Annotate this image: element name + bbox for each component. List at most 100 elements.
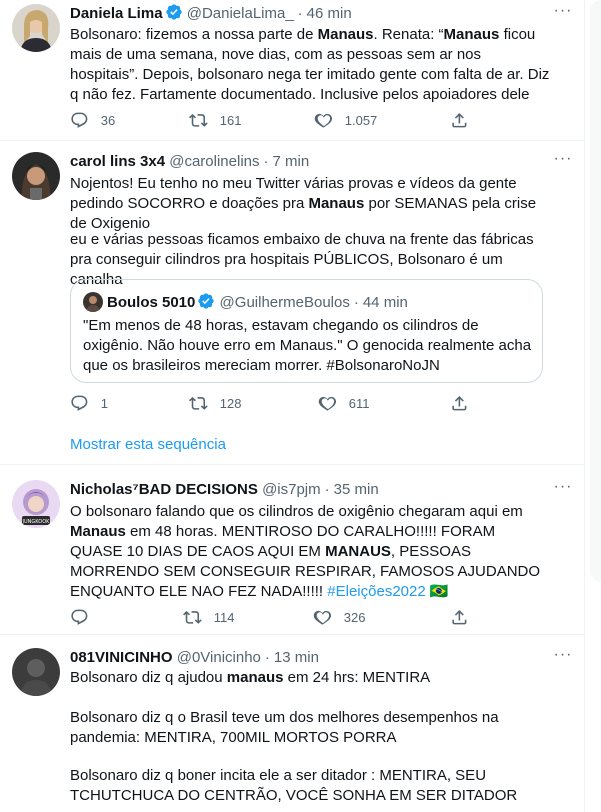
avatar[interactable]	[12, 648, 60, 696]
reply-icon	[71, 609, 88, 625]
like-icon	[313, 610, 331, 625]
avatar[interactable]: JUNGKOOK	[12, 480, 60, 528]
timestamp[interactable]: 46 min	[307, 5, 352, 22]
quote-timestamp: 44 min	[362, 294, 408, 311]
tweet-header: 081VINICINHO @0Vinicinho · 13 min	[70, 648, 319, 668]
retweet-count: 161	[219, 112, 242, 128]
like-button[interactable]: 611	[318, 392, 369, 414]
highlight-keyword: Manaus	[70, 523, 126, 540]
share-icon	[452, 112, 467, 128]
quoted-tweet[interactable]: Boulos 5010 @GuilhermeBoulos · 44 min "Em …	[70, 279, 543, 383]
more-icon[interactable]: ···	[553, 479, 573, 500]
more-icon[interactable]: ···	[553, 647, 573, 668]
like-button[interactable]: 326	[313, 606, 365, 628]
reply-button[interactable]	[70, 606, 101, 628]
author-name[interactable]: Daniela Lima	[70, 5, 163, 22]
quote-author-handle: @GuilhermeBoulos	[219, 294, 350, 311]
share-button[interactable]	[450, 109, 481, 131]
reply-count: 1	[100, 395, 108, 411]
reply-count: 36	[100, 112, 116, 128]
tweet[interactable]: JUNGKOOK Nicholas⁷BAD DECISIONS @is7pjm ·…	[0, 466, 584, 635]
text-segment: em 24 hrs: MENTIRA	[283, 669, 431, 686]
author-handle[interactable]: @0Vinicinho	[177, 649, 261, 666]
author-handle[interactable]: @is7pjm	[262, 481, 321, 498]
tweet-text: Bolsonaro: fizemos a nossa parte de Mana…	[70, 25, 550, 105]
flag-emoji: 🇧🇷	[429, 583, 449, 600]
text-segment: Bolsonaro diz q ajudou	[70, 669, 227, 686]
separator-dot: ·	[324, 481, 330, 498]
highlight-keyword: Manaus	[317, 26, 374, 43]
retweet-button[interactable]: 128	[189, 392, 241, 414]
verified-badge-icon	[197, 292, 215, 310]
retweet-count: 128	[219, 395, 242, 411]
separator-dot: ·	[263, 153, 269, 170]
retweet-button[interactable]: 161	[189, 109, 241, 131]
tweet-text: Bolsonaro diz q ajudou manaus em 24 hrs:…	[70, 668, 550, 688]
author-handle[interactable]: @DanielaLima_	[187, 5, 294, 22]
verified-badge-icon	[165, 3, 183, 21]
share-button[interactable]	[450, 392, 481, 414]
author-name[interactable]: 081VINICINHO	[70, 649, 173, 666]
timestamp[interactable]: 7 min	[273, 153, 310, 170]
quote-author-name: Boulos 5010	[107, 294, 196, 311]
highlight-keyword: manaus	[226, 669, 284, 686]
hashtag-link[interactable]: #Eleições2022	[327, 583, 425, 600]
highlight-keyword: MANAUS	[325, 543, 391, 560]
share-button[interactable]	[450, 606, 481, 628]
like-count: 326	[343, 609, 366, 625]
author-name[interactable]: carol lins 3x4	[70, 153, 165, 170]
tweet-text-paragraph: Bolsonaro diz q o Brasil teve um dos mel…	[70, 709, 499, 746]
retweet-icon	[189, 113, 208, 127]
separator-dot: ·	[353, 294, 359, 311]
tweet-actions: 36 161 1.057	[64, 109, 544, 131]
svg-text:JUNGKOOK: JUNGKOOK	[22, 519, 51, 525]
highlight-keyword: Manaus	[308, 195, 365, 212]
retweet-button[interactable]: 114	[183, 606, 234, 628]
avatar[interactable]	[12, 4, 60, 52]
right-sidebar-card	[590, 0, 601, 582]
tweet[interactable]: 081VINICINHO @0Vinicinho · 13 min ··· Bols…	[0, 636, 584, 812]
tweet-header: carol lins 3x4 @carolinelins · 7 min	[70, 152, 309, 172]
retweet-icon	[183, 610, 202, 624]
tweet-text: Nojentos! Eu tenho no meu Twitter várias…	[70, 174, 550, 234]
reply-button[interactable]: 1	[70, 392, 108, 414]
like-button[interactable]: 1.057	[314, 109, 377, 131]
like-count: 1.057	[344, 112, 378, 128]
text-segment: Bolsonaro: fizemos a nossa parte de	[70, 26, 318, 43]
separator-dot: ·	[297, 5, 303, 22]
tweet-actions: 114 326	[64, 606, 544, 628]
retweet-icon	[189, 396, 208, 410]
highlight-keyword: Manaus	[443, 26, 500, 43]
quote-header: Boulos 5010 @GuilhermeBoulos · 44 min	[107, 292, 408, 313]
tweet-text: O bolsonaro falando que os cilindros de …	[70, 502, 550, 602]
timeline: Daniela Lima @DanielaLima_ · 46 min ··· Bo…	[0, 0, 585, 812]
tweet-text-paragraph: Bolsonaro diz q boner incita ele a ser d…	[70, 767, 518, 804]
reply-icon	[71, 112, 88, 128]
more-icon[interactable]: ···	[553, 151, 573, 172]
retweet-count: 114	[213, 609, 235, 625]
author-name[interactable]: Nicholas⁷BAD DECISIONS	[70, 481, 258, 498]
show-thread-link[interactable]: Mostrar esta sequência	[70, 436, 226, 453]
like-icon	[318, 396, 336, 411]
reply-icon	[71, 395, 88, 411]
text-segment: O bolsonaro falando que os cilindros de …	[70, 503, 523, 520]
tweet-actions: 1 128 611	[64, 392, 544, 414]
tweet[interactable]: carol lins 3x4 @carolinelins · 7 min ··· N…	[0, 142, 584, 465]
like-icon	[314, 113, 332, 128]
tweet-header: Nicholas⁷BAD DECISIONS @is7pjm · 35 min	[70, 480, 379, 500]
tweet[interactable]: Daniela Lima @DanielaLima_ · 46 min ··· Bo…	[0, 0, 584, 141]
share-icon	[452, 609, 467, 625]
author-handle[interactable]: @carolinelins	[169, 153, 259, 170]
timestamp[interactable]: 35 min	[334, 481, 379, 498]
quote-avatar	[83, 292, 103, 312]
timestamp[interactable]: 13 min	[274, 649, 319, 666]
reply-button[interactable]: 36	[70, 109, 115, 131]
avatar[interactable]	[12, 152, 60, 200]
tweet-header: Daniela Lima @DanielaLima_ · 46 min	[70, 3, 352, 23]
text-segment: . Renata: “	[373, 26, 444, 43]
more-icon[interactable]: ···	[553, 3, 573, 24]
quote-text: "Em menos de 48 horas, estavam chegando …	[83, 317, 532, 374]
separator-dot: ·	[264, 649, 270, 666]
like-count: 611	[348, 395, 370, 411]
share-icon	[452, 395, 467, 411]
